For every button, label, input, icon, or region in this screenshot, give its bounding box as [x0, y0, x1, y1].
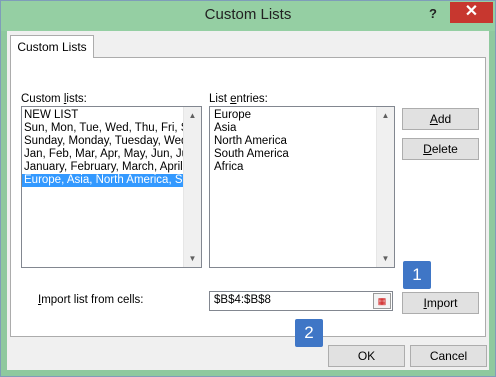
custom-list-item[interactable]: January, February, March, April, May, Ju…: [22, 161, 183, 174]
import-button[interactable]: Import: [402, 292, 479, 314]
import-range-input[interactable]: $B$4:$B$8 ▦: [209, 291, 393, 311]
help-button[interactable]: ?: [423, 4, 443, 24]
tab-panel: Custom lists: NEW LIST Sun, Mon, Tue, Wed…: [10, 57, 486, 337]
custom-list-item[interactable]: Sunday, Monday, Tuesday, Wednesday, Thur…: [22, 135, 183, 148]
list-entries-label: List entries:: [209, 93, 268, 105]
close-button[interactable]: ✕: [450, 2, 493, 23]
scroll-down-icon[interactable]: ▼: [377, 250, 394, 267]
tab-custom-lists[interactable]: Custom Lists: [10, 35, 94, 58]
list-entries-textbox[interactable]: Europe Asia North America South America Afri…: [209, 106, 395, 268]
list-entry: South America: [214, 148, 289, 160]
add-button[interactable]: Add: [402, 108, 479, 130]
list-entries-scrollbar[interactable]: ▲ ▼: [376, 107, 394, 267]
custom-list-item[interactable]: Europe, Asia, North America, South Ameri…: [22, 174, 183, 187]
list-entry: Africa: [214, 161, 244, 173]
cancel-button[interactable]: Cancel: [410, 345, 487, 367]
step-badge-2: 2: [295, 319, 323, 347]
scroll-up-icon[interactable]: ▲: [184, 107, 201, 124]
scroll-up-icon[interactable]: ▲: [377, 107, 394, 124]
import-range-value: $B$4:$B$8: [214, 294, 271, 306]
custom-lists-scrollbar[interactable]: ▲ ▼: [183, 107, 201, 267]
title-bar[interactable]: Custom Lists ? ✕: [1, 1, 495, 31]
close-icon: ✕: [464, 3, 479, 20]
range-selector-icon[interactable]: ▦: [373, 293, 391, 309]
list-entry: Europe: [214, 109, 252, 121]
custom-list-item[interactable]: Sun, Mon, Tue, Wed, Thu, Fri, Sat: [22, 122, 183, 135]
custom-list-item[interactable]: NEW LIST: [22, 109, 183, 122]
dialog-body: Custom Lists Custom lists: NEW LIST Sun, …: [7, 31, 489, 370]
custom-list-item[interactable]: Jan, Feb, Mar, Apr, May, Jun, Jul, Aug, …: [22, 148, 183, 161]
scroll-down-icon[interactable]: ▼: [184, 250, 201, 267]
delete-button[interactable]: Delete: [402, 138, 479, 160]
ok-button[interactable]: OK: [328, 345, 405, 367]
custom-lists-listbox[interactable]: NEW LIST Sun, Mon, Tue, Wed, Thu, Fri, Sa…: [21, 106, 202, 268]
list-entry: North America: [214, 135, 287, 147]
custom-lists-dialog: Custom Lists ? ✕ Custom Lists Custom lis…: [0, 0, 496, 377]
list-entry: Asia: [214, 122, 237, 134]
dialog-title: Custom Lists: [204, 6, 292, 23]
import-list-label: Import list from cells:: [38, 294, 144, 306]
custom-lists-label: Custom lists:: [21, 93, 87, 105]
step-badge-1: 1: [403, 261, 431, 289]
